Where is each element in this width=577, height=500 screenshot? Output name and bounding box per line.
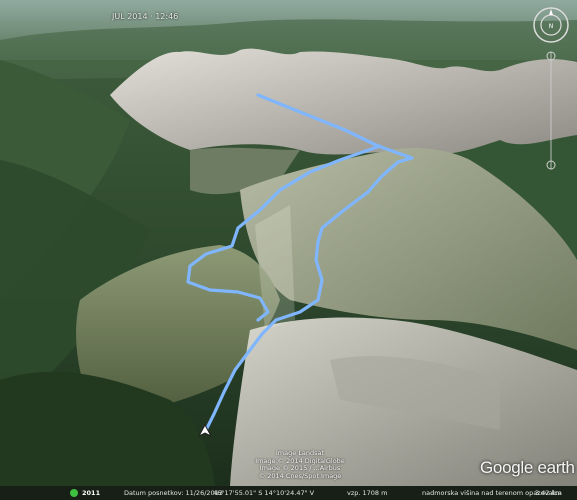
imagery-date: Datum posnetkov: 11/26/2013 bbox=[124, 489, 223, 497]
placemark-icon[interactable] bbox=[198, 424, 212, 438]
historical-imagery-year[interactable]: 2011 bbox=[82, 486, 100, 500]
elevation-readout: vzp. 1708 m bbox=[347, 489, 388, 497]
attribution-line: © 2014 Cnes/Spot Image bbox=[258, 471, 342, 480]
terrain-view[interactable] bbox=[0, 0, 577, 500]
compass-icon[interactable]: N bbox=[532, 6, 570, 44]
tour-icon[interactable] bbox=[70, 489, 78, 497]
google-earth-logo: Google earth bbox=[480, 458, 575, 477]
eye-altitude-value: 3.42 km bbox=[535, 489, 562, 497]
svg-text:N: N bbox=[549, 23, 554, 30]
timestamp-label: JUL 2014 · 12:46 bbox=[112, 12, 179, 21]
map-viewport[interactable]: JUL 2014 · 12:46 N Image Landsat Image ©… bbox=[0, 0, 577, 500]
zoom-slider-icon[interactable] bbox=[543, 48, 559, 173]
image-attribution: Image Landsat Image © 2014 DigitalGlobe … bbox=[240, 449, 360, 480]
status-bar: 2011 Datum posnetkov: 11/26/2013 46°17'5… bbox=[0, 486, 577, 500]
coordinates-readout: 46°17'55.01" S 14°10'24.47" V bbox=[213, 489, 315, 497]
